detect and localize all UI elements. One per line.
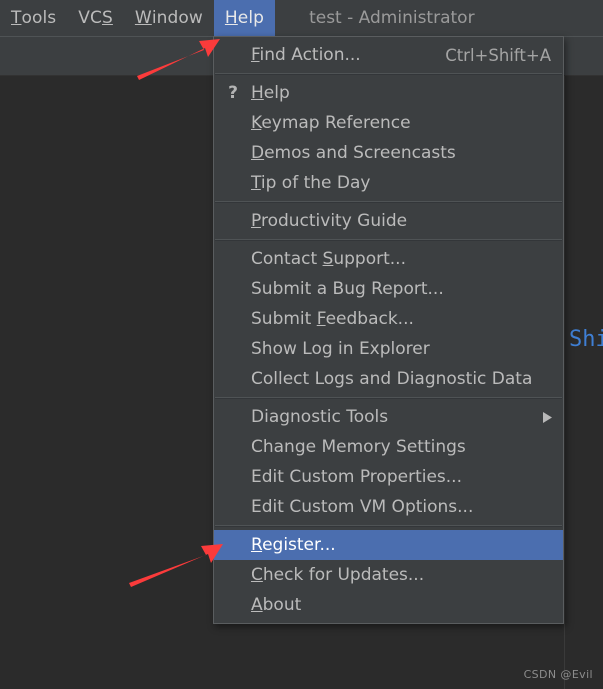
menu-separator xyxy=(215,239,562,241)
ide-window: Tools VC S Window Help test - Administrat… xyxy=(0,0,603,689)
menu-item-about-label: About xyxy=(251,595,302,615)
menu-separator xyxy=(215,525,562,527)
menu-item-submit-a-bug-report-label: Submit a Bug Report... xyxy=(251,279,444,299)
chevron-right-icon xyxy=(543,402,552,432)
menu-item-find-action-label: Find Action... xyxy=(251,45,361,65)
menu-item-collect-logs-and-diagnostic-data[interactable]: Collect Logs and Diagnostic Data xyxy=(214,364,563,394)
menu-item-keymap-reference-label: Keymap Reference xyxy=(251,113,411,133)
menubar-item-window-label: indow xyxy=(151,7,203,28)
menu-item-show-log-in-explorer-label: Show Log in Explorer xyxy=(251,339,430,359)
menu-item-find-action[interactable]: Find Action... Ctrl+Shift+A xyxy=(214,40,563,70)
menu-item-check-for-updates[interactable]: Check for Updates... xyxy=(214,560,563,590)
menu-item-contact-support[interactable]: Contact Support... xyxy=(214,244,563,274)
menu-item-productivity-guide-label: Productivity Guide xyxy=(251,211,408,231)
menu-item-submit-a-bug-report[interactable]: Submit a Bug Report... xyxy=(214,274,563,304)
menubar-item-help-mnemonic: H xyxy=(224,7,238,28)
window-title: test - Administrator xyxy=(309,8,475,28)
menu-item-demos-and-screencasts[interactable]: Demos and Screencasts xyxy=(214,138,563,168)
menubar-item-tools-mnemonic: T xyxy=(11,7,22,28)
menu-item-productivity-guide[interactable]: Productivity Guide xyxy=(214,206,563,236)
menu-item-edit-custom-properties-label: Edit Custom Properties... xyxy=(251,467,462,487)
menu-item-about[interactable]: About xyxy=(214,590,563,620)
menu-item-demos-and-screencasts-label: Demos and Screencasts xyxy=(251,143,456,163)
menu-bar: Tools VC S Window Help test - Administrat… xyxy=(0,0,603,36)
menubar-item-tools-label: ools xyxy=(21,7,57,28)
menu-item-show-log-in-explorer[interactable]: Show Log in Explorer xyxy=(214,334,563,364)
menu-item-diagnostic-tools[interactable]: Diagnostic Tools xyxy=(214,402,563,432)
menu-item-edit-custom-vm-options[interactable]: Edit Custom VM Options... xyxy=(214,492,563,522)
editor-code-fragment: Shi xyxy=(569,327,603,352)
menubar-item-vcs[interactable]: VC S xyxy=(67,0,124,36)
menu-item-change-memory-settings[interactable]: Change Memory Settings xyxy=(214,432,563,462)
menu-item-keymap-reference[interactable]: Keymap Reference xyxy=(214,108,563,138)
menu-item-help[interactable]: ? Help xyxy=(214,78,563,108)
menubar-item-vcs-label: VC xyxy=(78,7,102,28)
menu-item-help-label: Help xyxy=(251,83,290,103)
menu-item-collect-logs-and-diagnostic-data-label: Collect Logs and Diagnostic Data xyxy=(251,369,533,389)
menubar-item-tools[interactable]: Tools xyxy=(0,0,67,36)
menu-item-tip-of-the-day-label: Tip of the Day xyxy=(251,173,371,193)
menubar-item-window[interactable]: Window xyxy=(124,0,214,36)
help-dropdown-menu[interactable]: Find Action... Ctrl+Shift+A ? Help Keyma… xyxy=(213,36,564,624)
menubar-item-help[interactable]: Help xyxy=(213,0,276,36)
menubar-item-vcs-mnemonic: S xyxy=(101,7,113,28)
menu-item-diagnostic-tools-label: Diagnostic Tools xyxy=(251,407,389,427)
menu-item-check-for-updates-label: Check for Updates... xyxy=(251,565,425,585)
menu-item-contact-support-label: Contact Support... xyxy=(251,249,406,269)
menu-item-edit-custom-vm-options-label: Edit Custom VM Options... xyxy=(251,497,474,517)
menu-item-change-memory-settings-label: Change Memory Settings xyxy=(251,437,466,457)
menu-item-submit-feedback-label: Submit Feedback... xyxy=(251,309,414,329)
menu-separator xyxy=(215,201,562,203)
menu-item-edit-custom-properties[interactable]: Edit Custom Properties... xyxy=(214,462,563,492)
menu-item-tip-of-the-day[interactable]: Tip of the Day xyxy=(214,168,563,198)
editor-gutter-divider xyxy=(564,76,565,689)
menu-item-register-label: Register... xyxy=(251,535,336,555)
question-mark-icon: ? xyxy=(228,83,238,103)
menubar-item-help-label: elp xyxy=(237,7,265,28)
menu-item-register[interactable]: Register... xyxy=(214,530,563,560)
menubar-item-window-mnemonic: W xyxy=(134,7,152,28)
menu-item-submit-feedback[interactable]: Submit Feedback... xyxy=(214,304,563,334)
menu-separator xyxy=(215,397,562,399)
menu-separator xyxy=(215,73,562,75)
menu-item-find-action-accelerator: Ctrl+Shift+A xyxy=(445,45,551,65)
watermark: CSDN @Evil xyxy=(523,668,593,681)
